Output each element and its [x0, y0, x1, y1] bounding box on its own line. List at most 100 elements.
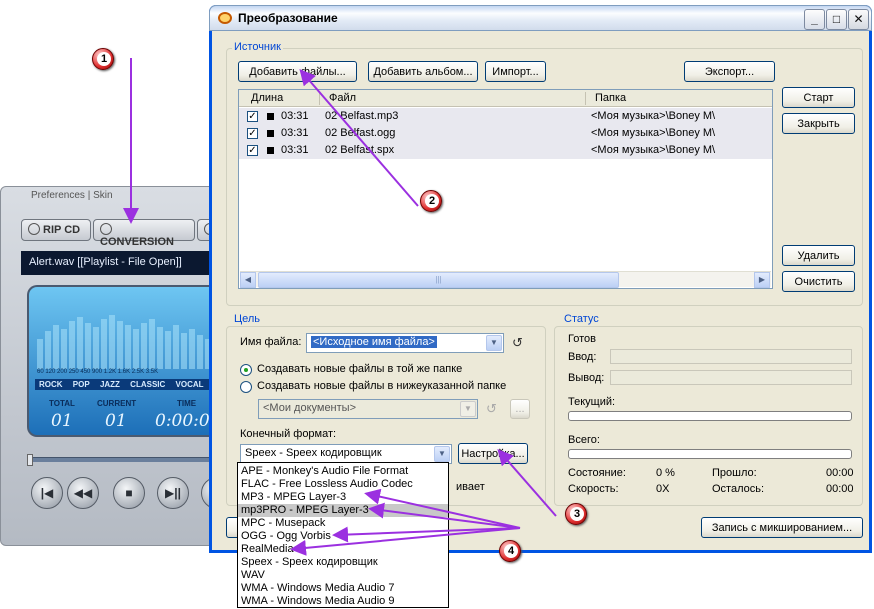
format-option[interactable]: RealMedia [238, 543, 448, 556]
equalizer-bars [37, 309, 233, 369]
eq-bar [189, 329, 195, 369]
format-option[interactable]: WMA - Windows Media Audio 7 [238, 582, 448, 595]
preset-jazz[interactable]: JAZZ [100, 380, 120, 389]
chevron-down-icon[interactable]: ▼ [460, 401, 476, 417]
output-format-label: Конечный формат: [240, 428, 337, 440]
input-label: Ввод: [568, 351, 597, 363]
row-marker [267, 130, 274, 137]
player-menu[interactable]: Preferences | Skin [31, 190, 113, 201]
preset-vocal[interactable]: VOCAL [176, 380, 204, 389]
format-option[interactable]: WAV [238, 569, 448, 582]
callout-2: 2 [420, 190, 442, 212]
table-row[interactable]: ✓ 03:31 02 Belfast.mp3 <Моя музыка>\Bone… [239, 108, 772, 125]
eq-bar [157, 327, 163, 369]
source-group-label: Источник [232, 41, 283, 53]
preset-classic[interactable]: CLASSIC [130, 380, 165, 389]
eq-bar [133, 329, 139, 369]
close-button[interactable]: ✕ [848, 9, 869, 30]
file-list-header: Длина Файл Папка [239, 90, 772, 107]
title-bar[interactable]: Преобразование _ □ ✕ [209, 5, 872, 31]
format-option[interactable]: Speex - Speex кодировщик [238, 556, 448, 569]
file-list-hscroll[interactable]: ◀ ||| ▶ [240, 271, 771, 288]
state-value: 0 % [656, 467, 675, 479]
tab-conversion[interactable]: CONVERSION [93, 219, 195, 248]
stop-icon[interactable]: ■ [113, 477, 145, 509]
window-title: Преобразование [238, 11, 338, 25]
maximize-button[interactable]: □ [826, 9, 847, 30]
column-file[interactable]: Файл [329, 92, 356, 104]
radio-same-folder[interactable] [240, 364, 252, 376]
column-separator [585, 92, 586, 105]
player-display: 60 120 200 250 450 900 1.2K 1.6K 2.5K 3.… [27, 285, 233, 437]
eq-presets: ROCK POP JAZZ CLASSIC VOCAL [35, 379, 233, 390]
radio-same-folder-label[interactable]: Создавать новые файлы в той же папке [257, 363, 462, 375]
preset-pop[interactable]: POP [73, 380, 90, 389]
scroll-left-icon[interactable]: ◀ [240, 272, 256, 288]
callout-3-number: 3 [570, 507, 584, 521]
eq-bar [53, 325, 59, 369]
filename-value: <Исходное имя файла> [311, 336, 437, 348]
format-dropdown-list[interactable]: APE - Monkey's Audio File Format FLAC - … [237, 462, 449, 608]
add-album-button[interactable]: Добавить альбом... [368, 61, 478, 82]
scroll-thumb[interactable]: ||| [258, 272, 619, 288]
current-label: CURRENT [97, 399, 137, 408]
file-list[interactable]: Длина Файл Папка ✓ 03:31 02 Belfast.mp3 … [238, 89, 773, 289]
format-option[interactable]: WMA - Windows Media Audio 9 [238, 595, 448, 607]
eq-bar [109, 315, 115, 369]
undo-icon[interactable]: ↺ [486, 402, 500, 415]
preset-rock[interactable]: ROCK [39, 380, 63, 389]
import-button[interactable]: Импорт... [485, 61, 546, 82]
table-row[interactable]: ✓ 03:31 02 Belfast.ogg <Моя музыка>\Bone… [239, 125, 772, 142]
eq-bar [77, 317, 83, 369]
format-option-selected[interactable]: mp3PRO - MPEG Layer-3 [238, 504, 448, 517]
status-group-label: Статус [562, 313, 601, 325]
output-format-select[interactable]: Speex - Speex кодировщик ▼ [240, 444, 452, 464]
play-pause-icon[interactable]: ▶|| [157, 477, 189, 509]
radio-other-folder-label[interactable]: Создавать новые файлы в нижеуказанной па… [257, 380, 506, 392]
current-value: 01 [105, 411, 127, 431]
status-ready: Готов [568, 333, 596, 345]
callout-1: 1 [92, 48, 114, 70]
delete-button[interactable]: Удалить [782, 245, 855, 266]
mix-record-button[interactable]: Запись с микшированием... [701, 517, 863, 538]
minimize-button[interactable]: _ [804, 9, 825, 30]
column-length[interactable]: Длина [251, 92, 283, 104]
row-checkbox[interactable]: ✓ [247, 145, 258, 156]
add-files-button[interactable]: Добавить файлы... [238, 61, 357, 82]
row-marker [267, 113, 274, 120]
radio-other-folder[interactable] [240, 381, 252, 393]
export-button[interactable]: Экспорт... [684, 61, 775, 82]
scroll-right-icon[interactable]: ▶ [754, 272, 770, 288]
tab-rip-cd-label: RIP CD [43, 224, 81, 236]
current-progress-label: Текущий: [568, 396, 616, 408]
filename-select[interactable]: <Исходное имя файла> ▼ [306, 333, 504, 353]
tab-rip-cd[interactable]: RIP CD [21, 219, 91, 241]
settings-button[interactable]: Настройка... [458, 443, 528, 464]
undo-icon[interactable]: ↺ [512, 336, 526, 349]
speed-label: Скорость: [568, 483, 619, 495]
browse-button[interactable]: ... [510, 399, 530, 419]
previous-icon[interactable]: |◀ [31, 477, 63, 509]
table-row[interactable]: ✓ 03:31 02 Belfast.spx <Моя музыка>\Bone… [239, 142, 772, 159]
row-length: 03:31 [281, 127, 309, 139]
format-option[interactable]: MP3 - MPEG Layer-3 [238, 491, 448, 504]
output-field [610, 370, 852, 385]
format-option[interactable]: OGG - Ogg Vorbis [238, 530, 448, 543]
format-option[interactable]: MPC - Musepack [238, 517, 448, 530]
row-file: 02 Belfast.spx [325, 144, 395, 156]
chevron-down-icon[interactable]: ▼ [486, 335, 502, 351]
row-checkbox[interactable]: ✓ [247, 128, 258, 139]
rewind-icon[interactable]: ◀◀ [67, 477, 99, 509]
close-dialog-button[interactable]: Закрыть [782, 113, 855, 134]
chevron-down-icon[interactable]: ▼ [434, 446, 450, 462]
row-checkbox[interactable]: ✓ [247, 111, 258, 122]
clear-button[interactable]: Очистить [782, 271, 855, 292]
start-button[interactable]: Старт [782, 87, 855, 108]
output-folder-select[interactable]: <Мои документы> ▼ [258, 399, 478, 419]
player-seek-bar[interactable] [27, 454, 233, 466]
format-option[interactable]: APE - Monkey's Audio File Format [238, 465, 448, 478]
format-option[interactable]: FLAC - Free Lossless Audio Codec [238, 478, 448, 491]
output-label: Вывод: [568, 372, 605, 384]
column-folder[interactable]: Папка [595, 92, 626, 104]
seek-knob[interactable] [27, 454, 33, 466]
